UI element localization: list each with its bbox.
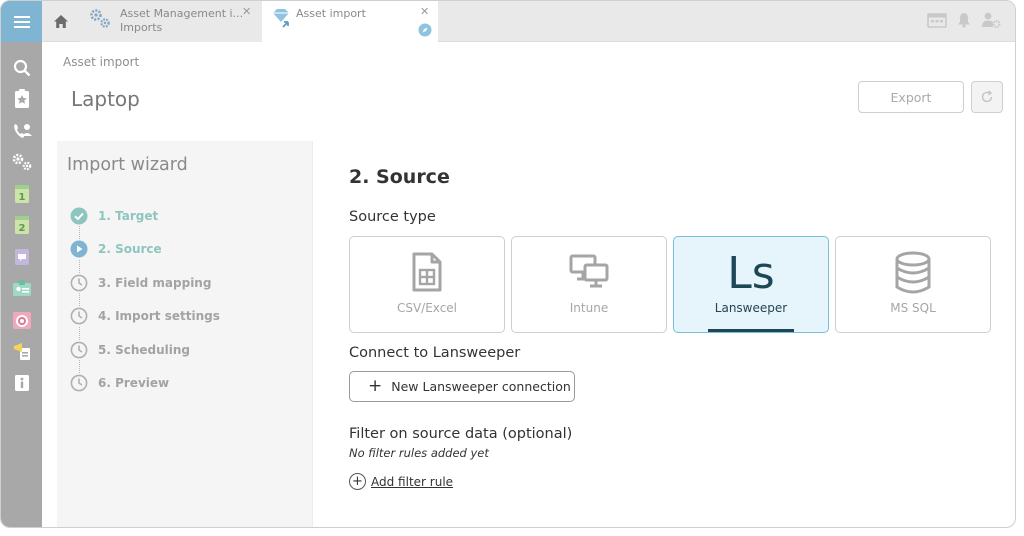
breadcrumb: Asset import — [63, 55, 140, 69]
wizard-title: Import wizard — [67, 155, 188, 175]
bell-icon[interactable] — [957, 12, 971, 28]
hamburger-icon — [13, 15, 30, 28]
tab-title: Asset Management i... — [120, 7, 244, 20]
spreadsheet-file-icon — [412, 252, 442, 292]
close-icon[interactable]: ✕ — [242, 5, 251, 18]
source-card-label: Lansweeper — [714, 301, 788, 315]
rail-calls[interactable] — [1, 115, 42, 147]
clock-icon — [70, 307, 88, 325]
rail-second-line[interactable]: 2 — [1, 210, 42, 242]
page-title: Laptop — [71, 87, 140, 111]
button-label: New Lansweeper connection — [391, 379, 571, 394]
target-icon — [12, 311, 31, 329]
refresh-icon — [981, 90, 993, 103]
wizard-step-preview[interactable]: 6. Preview — [69, 367, 220, 401]
id-card-icon — [12, 280, 31, 297]
wizard-step-source[interactable]: 2. Source — [69, 233, 220, 273]
lansweeper-logo-icon: Ls — [727, 251, 774, 295]
rail-announcements[interactable] — [1, 336, 42, 368]
lansweeper-logo-text: Ls — [727, 251, 774, 295]
filter-empty-text: No filter rules added yet — [349, 446, 489, 460]
app-window: 1 2 Asset Management i... Imports ✕ Asse… — [0, 0, 1016, 528]
home-tab[interactable] — [42, 1, 80, 42]
rail-chat[interactable] — [1, 241, 42, 273]
plus-circle-icon: + — [349, 473, 366, 490]
line-one-icon: 1 — [14, 184, 29, 203]
new-lansweeper-connection-button[interactable]: + New Lansweeper connection — [349, 371, 575, 402]
rail-people[interactable] — [1, 273, 42, 305]
rail-favorites[interactable] — [1, 84, 42, 116]
clock-icon — [70, 341, 88, 359]
database-icon — [895, 251, 931, 294]
check-circle-icon — [70, 207, 88, 225]
menu-button[interactable] — [1, 1, 42, 42]
wizard-step-field-mapping[interactable]: 3. Field mapping — [69, 266, 220, 306]
gears-icon — [90, 9, 110, 28]
wizard-step-label: 2. Source — [98, 242, 162, 257]
clock-icon — [70, 374, 88, 392]
compass-icon — [418, 23, 432, 37]
svg-text:2: 2 — [18, 223, 25, 234]
source-card-intune[interactable]: Intune — [511, 236, 667, 333]
source-card-label: MS SQL — [890, 301, 936, 315]
wizard-step-label: 4. Import settings — [98, 309, 220, 324]
wizard-step-import-settings[interactable]: 4. Import settings — [69, 300, 220, 340]
source-type-label: Source type — [349, 209, 436, 225]
line-two-icon: 2 — [14, 216, 29, 235]
calendar-icon[interactable] — [927, 12, 947, 28]
left-rail: 1 2 — [1, 1, 42, 527]
home-icon — [54, 15, 68, 28]
add-filter-rule-label: Add filter rule — [371, 474, 454, 489]
tab-asset-management-imports[interactable]: Asset Management i... Imports ✕ — [80, 1, 262, 42]
tab-bar: Asset Management i... Imports ✕ Asset im… — [42, 1, 1015, 43]
rail-search[interactable] — [1, 52, 42, 84]
source-card-ms-sql[interactable]: MS SQL — [835, 236, 991, 333]
wizard-step-label: 3. Field mapping — [98, 275, 212, 290]
wizard-steps: 1. Target 2. Source 3. Field mapping 4. … — [69, 199, 220, 400]
filter-label: Filter on source data (optional) — [349, 426, 573, 442]
toolbar-right — [927, 11, 1001, 29]
monitors-icon — [569, 254, 609, 288]
rail-info[interactable] — [1, 367, 42, 399]
info-icon — [14, 374, 29, 391]
close-icon[interactable]: ✕ — [420, 5, 429, 18]
rail-targets[interactable] — [1, 304, 42, 336]
section-title: 2. Source — [349, 166, 450, 188]
tab-asset-import[interactable]: Asset import ✕ — [262, 1, 438, 43]
source-card-lansweeper[interactable]: Ls Lansweeper — [673, 236, 829, 333]
wizard-step-scheduling[interactable]: 5. Scheduling — [69, 333, 220, 373]
rail-first-line[interactable]: 1 — [1, 178, 42, 210]
selected-indicator — [708, 329, 794, 332]
export-button[interactable]: Export — [858, 81, 964, 113]
svg-text:1: 1 — [18, 192, 25, 203]
clock-icon — [70, 274, 88, 292]
search-icon — [13, 59, 30, 77]
megaphone-icon — [13, 343, 30, 361]
tab-subtitle: Imports — [120, 21, 163, 34]
add-filter-rule-link[interactable]: + Add filter rule — [349, 473, 453, 490]
wizard-step-label: 1. Target — [98, 208, 159, 223]
phone-person-icon — [13, 123, 32, 138]
source-card-csv-excel[interactable]: CSV/Excel — [349, 236, 505, 333]
source-type-cards: CSV/Excel Intune Ls Lansweeper MS SQL — [349, 236, 991, 333]
rail-settings[interactable] — [1, 147, 42, 179]
gears-icon — [12, 154, 31, 171]
wizard-step-label: 5. Scheduling — [98, 342, 191, 357]
wizard-step-label: 6. Preview — [98, 376, 170, 391]
source-card-label: CSV/Excel — [396, 301, 458, 315]
star-clipboard-icon — [14, 89, 29, 109]
tab-title: Asset import — [296, 7, 366, 20]
plus-icon: + — [368, 376, 383, 396]
refresh-button[interactable] — [971, 81, 1003, 113]
chat-card-icon — [14, 248, 29, 265]
play-circle-icon — [70, 240, 88, 258]
user-settings-icon[interactable] — [981, 11, 1001, 29]
diamond-import-icon — [273, 9, 289, 28]
connect-label: Connect to Lansweeper — [349, 345, 521, 361]
wizard-step-target[interactable]: 1. Target — [69, 199, 220, 239]
import-wizard-panel: Import wizard 1. Target 2. Source 3. Fie… — [57, 141, 313, 527]
source-card-label: Intune — [569, 301, 609, 315]
